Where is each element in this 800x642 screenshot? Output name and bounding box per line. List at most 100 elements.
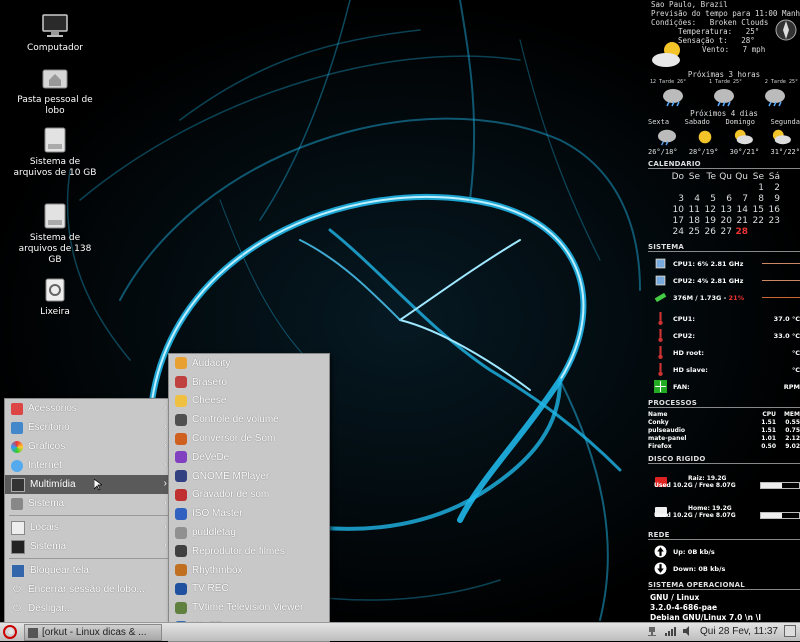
next-hours-title: Próximas 3 horas — [687, 70, 761, 79]
submenu-item-controle-de-volume[interactable]: Controle de volume — [169, 410, 329, 429]
disk-root: Raiz: 19.2G Used 10.2G / Free 8.07G — [648, 467, 800, 497]
signal-icon[interactable] — [664, 625, 676, 637]
calendar-day: 26 — [704, 227, 716, 237]
submenu-item-cheese[interactable]: Cheese — [169, 392, 329, 411]
cpu1-usage: CPU1: 6% 2.81 GHz — [673, 259, 744, 268]
puddletag-icon — [175, 526, 187, 539]
submenu-item-audacity[interactable]: Audacity — [169, 354, 329, 373]
chevron-right-icon: › — [163, 459, 167, 470]
day-name-3: Domingo — [725, 118, 755, 126]
day-name-1: Sexta — [648, 118, 670, 126]
menu-item-lock-screen[interactable]: Bloquear tela — [5, 561, 173, 580]
calendar-day: 25 — [688, 227, 700, 237]
debian-menu-icon[interactable] — [2, 624, 18, 640]
calendar-day: 27 — [720, 227, 732, 237]
calendar-grid: Do Se Te Qu Qu Se Sá 1 2 3 4 5 6 7 8 9 10 11 12 13 14 15 16 17 1… — [668, 172, 800, 237]
volume-icon — [175, 413, 187, 426]
temp-hdslave-row: HD slave: °C — [648, 361, 800, 378]
menu-item-label: Locais — [30, 522, 59, 533]
submenu-item-gnome-mplayer[interactable]: GNOME MPlayer — [169, 467, 329, 486]
desktop-icon-label: Sistema de arquivos de 10 GB — [13, 157, 97, 178]
window-icon — [28, 627, 38, 638]
disk-home: Home: 19.2G Used 10.2G / Free 8.07G — [648, 497, 800, 527]
memory-usage: 376M / 1.73G - — [673, 293, 729, 302]
desktop-icon-disk-10gb[interactable]: Sistema de arquivos de 10 GB — [12, 126, 98, 179]
submenu-item-reprodutor-de-filmes[interactable]: Reprodutor de filmes — [169, 542, 329, 561]
process-cpu: 0.50 — [761, 443, 776, 450]
multimedia-icon — [11, 477, 25, 492]
cpu2-usage: CPU2: 4% 2.81 GHz — [673, 276, 744, 285]
menu-item-shutdown[interactable]: ⏻ Desligar... — [5, 599, 173, 618]
menu-item-internet[interactable]: Internet › — [5, 456, 173, 475]
disk-home-bar-fill — [761, 513, 783, 518]
calendar-day: 10 — [672, 205, 684, 215]
day-name-4: Segunda — [770, 118, 800, 126]
tray-square-icon[interactable] — [784, 625, 796, 637]
desktop-icon-label: Pasta pessoal de lobo — [17, 95, 93, 116]
desktop-icon-home[interactable]: Pasta pessoal de lobo — [12, 64, 98, 117]
process-cpu: 1.51 — [761, 427, 776, 434]
hard-drive-icon — [44, 127, 66, 153]
submenu-item-devede[interactable]: DeVeDe — [169, 448, 329, 467]
calendar-day: 12 — [704, 205, 716, 215]
temp-label: HD slave: — [673, 365, 708, 374]
desktop-icon-computer[interactable]: Computador — [12, 12, 98, 54]
menu-item-system[interactable]: Sistema › — [5, 494, 173, 513]
temp-value: °C — [791, 348, 800, 357]
menu-item-label: Bloquear tela — [30, 565, 89, 576]
day-temps-3: 30°/21° — [729, 148, 760, 156]
memory-icon — [654, 292, 667, 303]
net-down-row: Down: 0B kb/s — [648, 560, 800, 577]
tv-rec-icon — [175, 582, 187, 595]
calendar-day: 6 — [726, 194, 732, 204]
submenu-item-puddletag[interactable]: puddletag — [169, 523, 329, 542]
menu-item-accessories[interactable]: Acessórios › — [5, 399, 173, 418]
menu-item-office[interactable]: Escritório › — [5, 418, 173, 437]
submenu-item-label: Conversor de Som — [192, 433, 276, 445]
menu-separator — [9, 558, 169, 559]
menu-item-label: Escritório — [28, 422, 70, 433]
menu-item-logout[interactable]: ⏻ Encerrar sessão de lobo... — [5, 580, 173, 599]
submenu-item-brasero[interactable]: Brasero — [169, 373, 329, 392]
submenu-item-gravador-de-som[interactable]: Gravador de som — [169, 486, 329, 505]
chevron-right-icon: › — [163, 521, 167, 532]
office-icon — [11, 421, 23, 434]
process-mem: 0.75 — [785, 427, 800, 434]
menu-item-label: Encerrar sessão de lobo... — [28, 584, 145, 595]
menu-item-system-menu[interactable]: Sistema › — [5, 537, 173, 556]
menu-item-places[interactable]: Locais › — [5, 518, 173, 537]
desktop-icon-disk-138gb[interactable]: Sistema de arquivos de 138 GB — [12, 202, 98, 266]
clock[interactable]: Qui 28 Fev, 11:37 — [700, 626, 778, 637]
calendar-day — [700, 183, 716, 193]
desktop-icon-trash[interactable]: Lixeira — [12, 276, 98, 318]
menu-item-label: Acessórios — [28, 403, 77, 414]
devede-icon — [175, 451, 187, 464]
graphics-icon — [11, 440, 23, 453]
cpu2-bar — [762, 280, 800, 281]
menu-item-graphics[interactable]: Gráficos › — [5, 437, 173, 456]
proc-header-mem: MEM — [783, 411, 800, 418]
volume-icon[interactable] — [682, 625, 694, 637]
proc-header-cpu: CPU — [762, 411, 776, 418]
os-line-2: 3.2.0-4-686-pae — [650, 603, 718, 612]
calendar-weekday: Qu — [719, 172, 732, 182]
menu-item-multimedia[interactable]: Multimídia › — [5, 475, 173, 494]
processes-heading: PROCESSOS — [648, 399, 800, 408]
submenu-item-conversor-de-som[interactable]: Conversor de Som — [169, 429, 329, 448]
calendar-day: 28 — [735, 227, 748, 237]
temp-label: HD root: — [673, 348, 704, 357]
temp-label: CPU1: — [673, 314, 695, 323]
process-cpu: 1.51 — [761, 419, 776, 426]
process-name: Firefox — [648, 443, 672, 450]
fan-value: RPM — [783, 382, 800, 391]
submenu-item-rhythmbox[interactable]: Rhythmbox — [169, 561, 329, 580]
submenu-item-tvtime-television-viewer[interactable]: TVtime Television Viewer — [169, 598, 329, 617]
submenu-item-tv-rec[interactable]: TV REC — [169, 580, 329, 599]
taskbar-window-button[interactable]: [orkut - Linux dicas & ... — [24, 624, 162, 641]
rain-cloud-icon — [764, 89, 785, 107]
network-icon[interactable] — [646, 625, 658, 637]
net-up-row: Up: 0B kb/s — [648, 543, 800, 560]
fan-label: FAN: — [673, 382, 690, 391]
places-icon — [11, 520, 25, 535]
submenu-item-iso-master[interactable]: ISO Master — [169, 504, 329, 523]
